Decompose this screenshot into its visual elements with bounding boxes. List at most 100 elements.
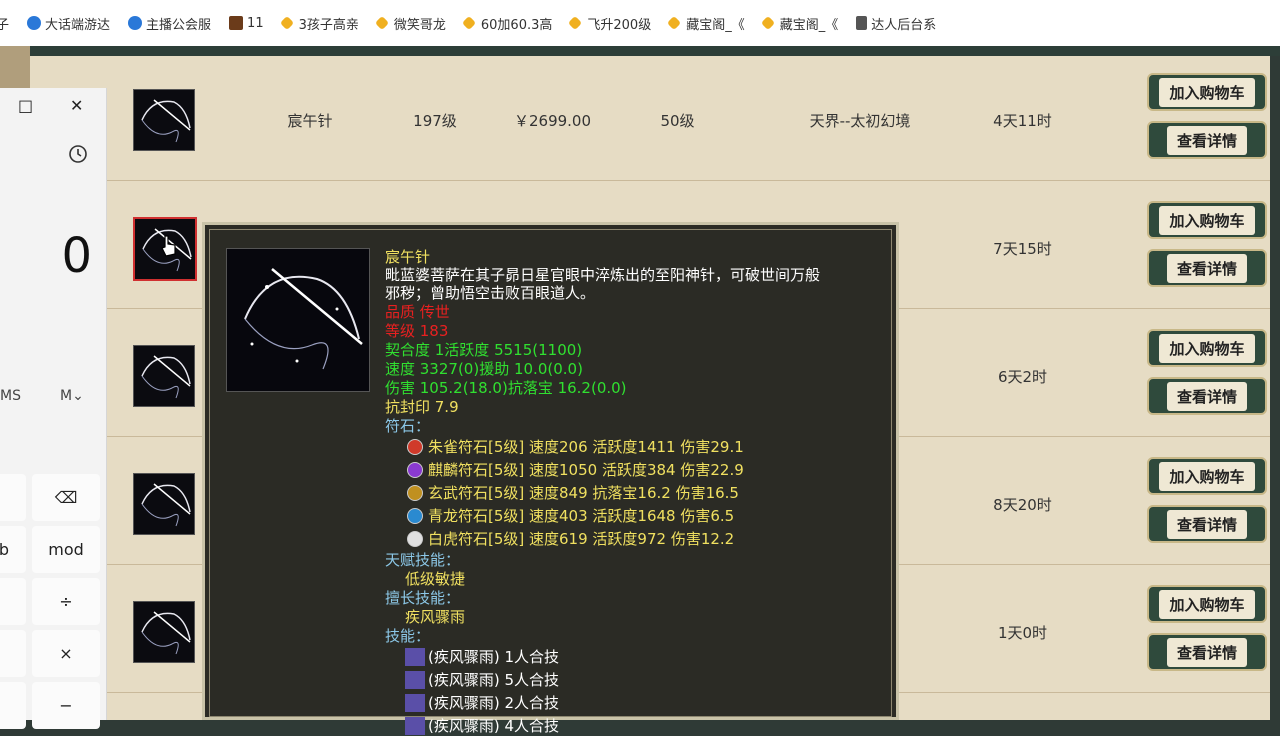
item-description: 邪秽；曾助悟空击败百眼道人。	[385, 284, 596, 302]
item-quality: 品质 传世	[385, 303, 450, 321]
divide-key[interactable]: ÷	[32, 578, 100, 625]
history-icon[interactable]	[68, 144, 88, 168]
bookmark-label: 飞升200级	[587, 17, 652, 33]
bookmark-label: 主播公会服	[146, 17, 212, 33]
bookmark-label: 达人后台系	[871, 17, 937, 33]
add-to-cart-button[interactable]: 加入购物车	[1147, 457, 1267, 495]
add-to-cart-label: 加入购物车	[1159, 333, 1255, 363]
rune-item: 白虎符石[5级] 速度619 活跃度972 伤害12.2	[407, 528, 734, 549]
add-to-cart-label: 加入购物车	[1159, 589, 1255, 619]
multiply-key[interactable]: ×	[32, 630, 100, 677]
calculator-key[interactable]	[0, 578, 26, 625]
item-level: 等级 183	[385, 322, 449, 340]
bookmark-item[interactable]: 大话端游达	[27, 14, 110, 33]
skill-text: (疾风骤雨) 1人合技	[428, 648, 560, 666]
view-details-button[interactable]: 查看详情	[1147, 377, 1267, 415]
bookmark-label: 藏宝阁_《	[686, 17, 745, 33]
view-details-label: 查看详情	[1166, 253, 1247, 283]
rune-text: 青龙符石[5级] 速度403 活跃度1648 伤害6.5	[428, 507, 735, 525]
item-tooltip: 宸午针 毗蓝婆菩萨在其子昴日星官眼中淬炼出的至阳神针，可破世间万般 邪秽；曾助悟…	[202, 222, 899, 735]
rune-text: 麒麟符石[5级] 速度1050 活跃度384 伤害22.9	[428, 461, 744, 479]
add-to-cart-button[interactable]: 加入购物车	[1147, 201, 1267, 239]
dragon-bookmark-icon	[374, 15, 389, 31]
calculator-key[interactable]	[0, 682, 26, 729]
skill-item: (疾风骤雨) 2人合技	[405, 692, 559, 713]
skill-text: (疾风骤雨) 4人合技	[428, 717, 560, 735]
calculator-key[interactable]: b	[0, 526, 26, 573]
game-bookmark-icon	[229, 16, 244, 30]
rune-icon	[407, 438, 423, 455]
memory-store-button[interactable]: MS	[0, 388, 21, 404]
close-icon[interactable]: ✕	[70, 96, 83, 115]
bookmark-label: 藏宝阁_《	[779, 17, 839, 33]
skill-icon	[405, 716, 425, 735]
rune-text: 白虎符石[5级] 速度619 活跃度972 伤害12.2	[428, 530, 735, 548]
view-details-label: 查看详情	[1166, 637, 1247, 667]
memory-menu-button[interactable]: M⌄	[60, 388, 84, 404]
rune-item: 麒麟符石[5级] 速度1050 活跃度384 伤害22.9	[407, 459, 744, 480]
rune-item: 玄武符石[5级] 速度849 抗落宝16.2 伤害16.5	[407, 482, 739, 503]
item-description: 毗蓝婆菩萨在其子昴日星官眼中淬炼出的至阳神针，可破世间万般	[385, 266, 821, 284]
rune-item: 青龙符石[5级] 速度403 活跃度1648 伤害6.5	[407, 505, 734, 526]
view-details-button[interactable]: 查看详情	[1147, 505, 1267, 543]
maximize-icon[interactable]: □	[18, 96, 33, 115]
dragon-bookmark-icon	[568, 15, 583, 31]
add-to-cart-button[interactable]: 加入购物车	[1147, 585, 1267, 623]
item-thumbnail[interactable]	[133, 473, 195, 535]
skill-item: (疾风骤雨) 5人合技	[405, 669, 559, 690]
cell-name: 宸午针	[287, 112, 333, 130]
skill-icon	[405, 647, 425, 666]
item-stat: 契合度 1活跃度 5515(1100)	[385, 341, 583, 359]
cell-price: ￥2699.00	[513, 112, 592, 130]
calculator-key[interactable]	[0, 630, 26, 677]
bookmark-item[interactable]: 藏宝阁_《	[667, 14, 745, 33]
minus-key[interactable]: −	[32, 682, 100, 729]
cell-time: 1天0时	[997, 624, 1048, 642]
special-skill: 疾风骤雨	[405, 608, 466, 626]
bookmark-label: 子	[0, 17, 10, 33]
view-details-button[interactable]: 查看详情	[1147, 121, 1267, 159]
add-to-cart-button[interactable]: 加入购物车	[1147, 329, 1267, 367]
talent-header: 天赋技能：	[385, 551, 461, 569]
bookmarks-bar: 子 大话端游达 主播公会服 11 3孩子高亲 微笑哥龙 60加60.3高 飞升200级 藏宝阁_…	[0, 0, 1280, 46]
hand-cursor-icon	[160, 234, 178, 262]
calculator-key[interactable]	[0, 474, 26, 521]
bookmark-item[interactable]: 3孩子高亲	[279, 14, 359, 33]
rune-item: 朱雀符石[5级] 速度206 活跃度1411 伤害29.1	[407, 436, 744, 457]
skill-text: (疾风骤雨) 5人合技	[428, 671, 560, 689]
rune-icon	[407, 484, 423, 501]
view-details-button[interactable]: 查看详情	[1147, 633, 1267, 671]
item-image	[226, 248, 370, 392]
rune-icon	[407, 507, 423, 524]
rune-text: 玄武符石[5级] 速度849 抗落宝16.2 伤害16.5	[428, 484, 739, 502]
item-stat: 速度 3327(0)援助 10.0(0.0)	[385, 360, 583, 378]
bookmark-item[interactable]: 飞升200级	[568, 14, 652, 33]
bookmark-label: 3孩子高亲	[298, 17, 359, 33]
add-to-cart-button[interactable]: 加入购物车	[1147, 73, 1267, 111]
item-thumbnail[interactable]	[133, 89, 195, 151]
special-header: 擅长技能：	[385, 589, 461, 607]
talent-skill: 低级敏捷	[405, 570, 466, 588]
item-thumbnail[interactable]	[133, 345, 195, 407]
skill-icon	[405, 670, 425, 689]
bookmark-item[interactable]: 11	[229, 16, 264, 31]
cell-req: 50级	[660, 112, 695, 130]
add-to-cart-label: 加入购物车	[1159, 461, 1255, 491]
cell-time: 7天15时	[993, 240, 1052, 258]
blue-bookmark-icon	[27, 16, 42, 30]
bookmark-item[interactable]: 达人后台系	[856, 14, 936, 33]
item-name: 宸午针	[385, 248, 431, 266]
rune-text: 朱雀符石[5级] 速度206 活跃度1411 伤害29.1	[428, 438, 744, 456]
bookmark-item[interactable]: 藏宝阁_《	[760, 14, 839, 33]
backspace-key[interactable]: ⌫	[32, 474, 100, 521]
skill-header: 技能：	[385, 627, 431, 645]
bookmark-item[interactable]: 60加60.3高	[461, 14, 552, 33]
item-thumbnail[interactable]	[133, 601, 195, 663]
view-details-button[interactable]: 查看详情	[1147, 249, 1267, 287]
mod-key[interactable]: mod	[32, 526, 100, 573]
bookmark-item[interactable]: 子	[0, 14, 9, 33]
view-details-label: 查看详情	[1166, 381, 1247, 411]
bookmark-item[interactable]: 微笑哥龙	[374, 14, 446, 33]
rune-icon	[407, 461, 423, 478]
bookmark-item[interactable]: 主播公会服	[128, 14, 211, 33]
